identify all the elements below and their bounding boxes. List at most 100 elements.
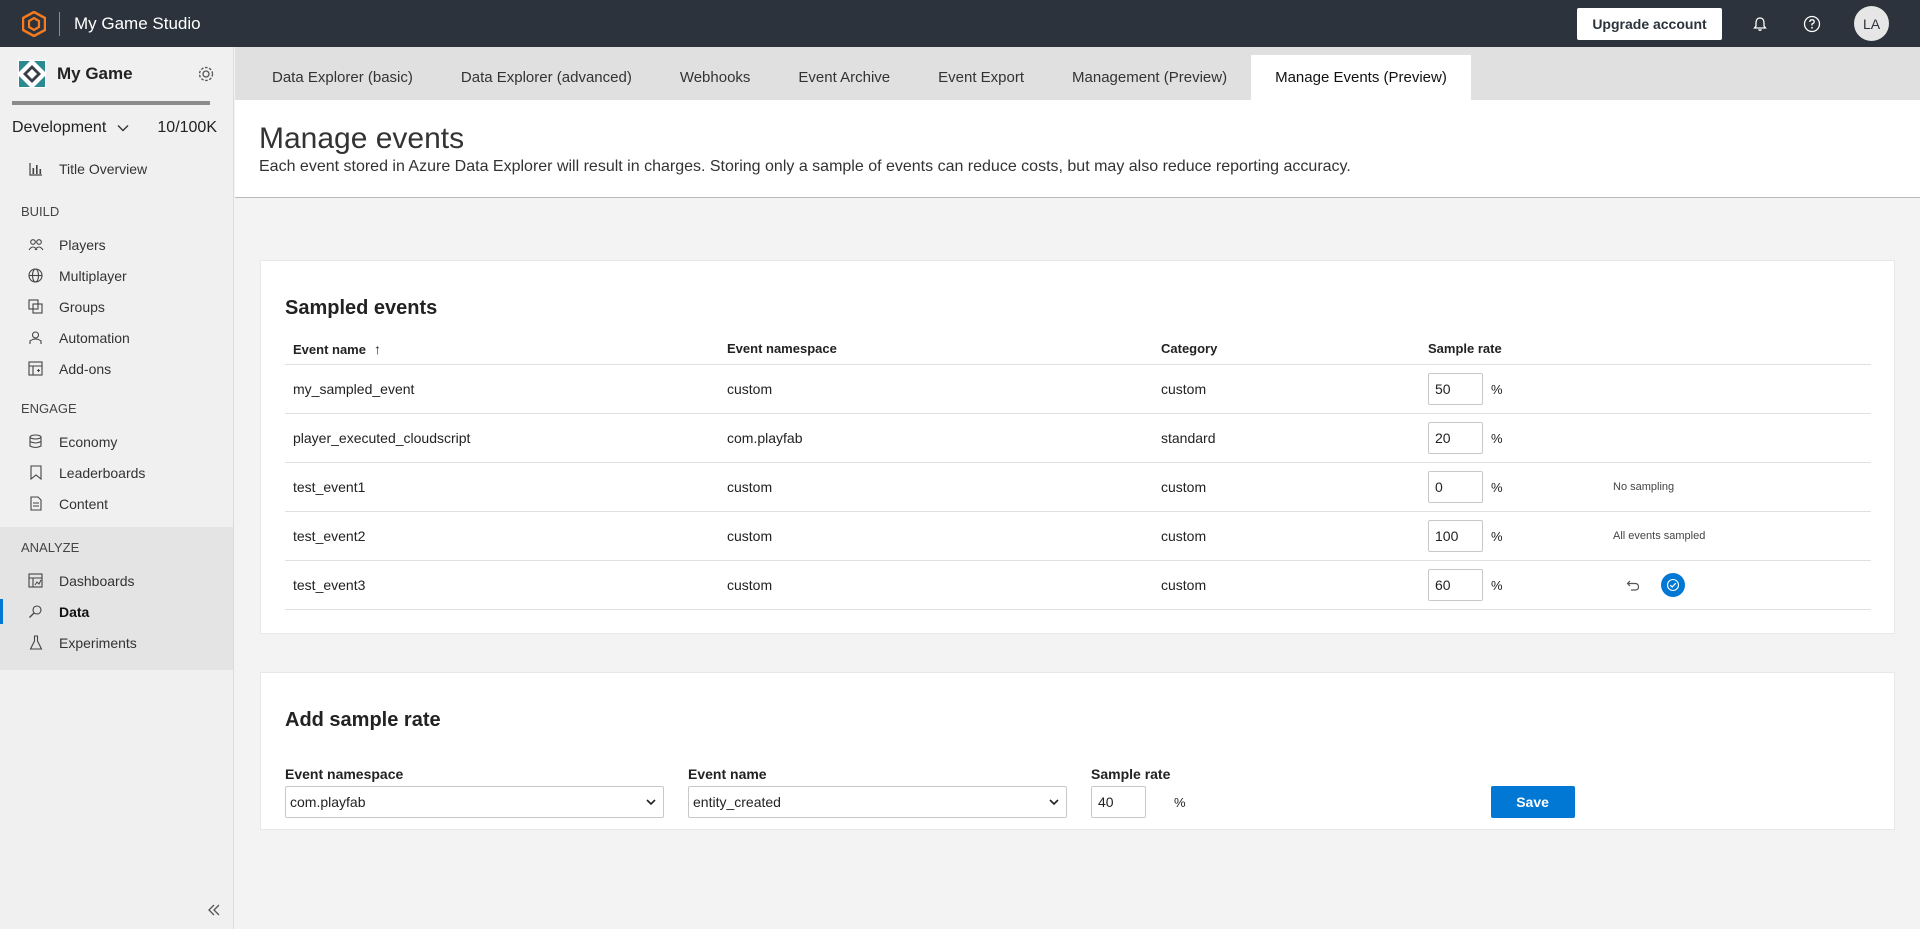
add-sample-rate-title: Add sample rate (285, 709, 441, 731)
event-namespace-cell: custom (719, 560, 1153, 610)
page-title: Manage events (259, 122, 465, 155)
sampled-events-table: Event name ↑ Event namespace Category Sam… (285, 334, 1871, 610)
chevron-down-icon[interactable] (116, 121, 130, 135)
chevron-down-icon[interactable] (1048, 796, 1060, 808)
sidebar: My Game Development 10/100K Title Overvi… (0, 47, 234, 929)
sample-rate-cell: % (1420, 462, 1605, 512)
percent-label: % (1174, 794, 1186, 810)
section-engage: ENGAGE (21, 400, 77, 416)
help-icon[interactable] (1802, 14, 1822, 34)
playfab-logo-icon[interactable] (21, 10, 47, 37)
sample-rate-input[interactable] (1428, 470, 1483, 503)
collapse-sidebar-icon[interactable] (205, 901, 223, 919)
sample-note (1605, 364, 1871, 414)
upgrade-account-button[interactable]: Upgrade account (1577, 7, 1722, 40)
column-header-sample-rate[interactable]: Sample rate (1420, 334, 1605, 365)
category-cell: standard (1153, 413, 1420, 463)
sample-rate-cell: % (1420, 364, 1605, 414)
tab-event-archive[interactable]: Event Archive (774, 55, 914, 100)
analyze-group: ANALYZE Dashboards Data Experiments (0, 527, 233, 670)
sidebar-item-data[interactable]: Data (0, 596, 233, 627)
undo-icon[interactable] (1625, 577, 1641, 593)
event-namespace-select[interactable]: com.playfab (285, 786, 664, 818)
tab-manage-events-preview[interactable]: Manage Events (Preview) (1251, 55, 1471, 100)
tab-data-explorer-advanced[interactable]: Data Explorer (advanced) (437, 55, 656, 100)
sidebar-item-content[interactable]: Content (0, 488, 233, 519)
event-namespace-cell: com.playfab (719, 413, 1153, 463)
tab-webhooks[interactable]: Webhooks (656, 55, 775, 100)
add-sample-rate-card: Add sample rate Event namespace com.play… (260, 672, 1895, 830)
event-name-select[interactable]: entity_created (688, 786, 1067, 818)
sidebar-item-title-overview[interactable]: Title Overview (0, 153, 233, 184)
tab-management-preview[interactable]: Management (Preview) (1048, 55, 1251, 100)
category-cell: custom (1153, 560, 1420, 610)
game-header: My Game (0, 47, 233, 101)
bell-icon[interactable] (1750, 14, 1770, 34)
sidebar-item-economy[interactable]: Economy (0, 426, 233, 457)
sidebar-item-label: Data (59, 603, 90, 620)
table-row: test_event1 custom custom % No sampling (285, 462, 1871, 512)
row-actions-cell (1605, 560, 1871, 610)
sampled-events-card: Sampled events Event name ↑ Event namespa… (260, 260, 1895, 634)
event-namespace-cell: custom (719, 364, 1153, 414)
add-ons-icon (27, 360, 44, 377)
sidebar-item-dashboards[interactable]: Dashboards (0, 565, 233, 596)
sidebar-item-players[interactable]: Players (0, 229, 233, 260)
sample-rate-label: Sample rate (1091, 766, 1171, 782)
game-name[interactable]: My Game (57, 64, 133, 84)
user-avatar[interactable]: LA (1854, 6, 1889, 41)
game-logo-icon (18, 60, 46, 88)
sample-rate-input[interactable] (1428, 421, 1483, 454)
chevron-down-icon[interactable] (645, 796, 657, 808)
percent-label: % (1491, 528, 1503, 544)
sample-rate-cell: % (1420, 560, 1605, 610)
sample-rate-input[interactable] (1428, 372, 1483, 405)
sidebar-item-leaderboards[interactable]: Leaderboards (0, 457, 233, 488)
column-header-actions (1605, 334, 1871, 365)
column-header-event-name[interactable]: Event name ↑ (285, 334, 719, 365)
sidebar-item-automation[interactable]: Automation (0, 322, 233, 353)
category-cell: custom (1153, 462, 1420, 512)
event-name-cell: test_event2 (285, 511, 719, 561)
sample-rate-input[interactable] (1428, 519, 1483, 552)
select-value: com.playfab (290, 794, 366, 810)
sort-ascending-icon[interactable]: ↑ (374, 341, 381, 357)
sidebar-item-label: Economy (59, 433, 118, 450)
column-header-event-namespace[interactable]: Event namespace (719, 334, 1153, 365)
dashboard-icon (27, 572, 44, 589)
tab-event-export[interactable]: Event Export (914, 55, 1048, 100)
data-icon (27, 603, 44, 620)
topbar-divider (59, 11, 60, 36)
select-value: entity_created (693, 794, 781, 810)
tab-data-explorer-basic[interactable]: Data Explorer (basic) (248, 55, 437, 100)
sidebar-item-groups[interactable]: Groups (0, 291, 233, 322)
sample-rate-input[interactable] (1428, 568, 1483, 601)
namespace-field: Event namespace com.playfab (285, 766, 664, 818)
globe-icon (27, 267, 44, 284)
sidebar-item-add-ons[interactable]: Add-ons (0, 353, 233, 384)
confirm-check-icon[interactable] (1661, 572, 1685, 597)
sidebar-item-label: Title Overview (59, 160, 148, 177)
tab-bar: Data Explorer (basic) Data Explorer (adv… (235, 47, 1920, 100)
environment-name[interactable]: Development (12, 119, 106, 137)
column-header-category[interactable]: Category (1153, 334, 1420, 365)
sidebar-item-multiplayer[interactable]: Multiplayer (0, 260, 233, 291)
table-row: test_event3 custom custom % (285, 560, 1871, 610)
sampled-events-title: Sampled events (285, 297, 438, 319)
sidebar-item-label: Leaderboards (59, 464, 146, 481)
gear-icon[interactable] (197, 65, 215, 83)
page-description: Each event stored in Azure Data Explorer… (259, 158, 1351, 175)
event-namespace-cell: custom (719, 511, 1153, 561)
environment-selector[interactable]: Development 10/100K (0, 105, 233, 151)
table-row: test_event2 custom custom % All events s… (285, 511, 1871, 561)
event-name-cell: test_event1 (285, 462, 719, 512)
namespace-label: Event namespace (285, 766, 404, 782)
sidebar-item-label: Automation (59, 329, 130, 346)
percent-label: % (1491, 430, 1503, 446)
category-cell: custom (1153, 364, 1420, 414)
new-sample-rate-input[interactable] (1091, 786, 1146, 818)
save-button[interactable]: Save (1490, 786, 1575, 818)
studio-name[interactable]: My Game Studio (74, 14, 201, 34)
sidebar-item-experiments[interactable]: Experiments (0, 627, 233, 658)
people-icon (27, 236, 44, 253)
